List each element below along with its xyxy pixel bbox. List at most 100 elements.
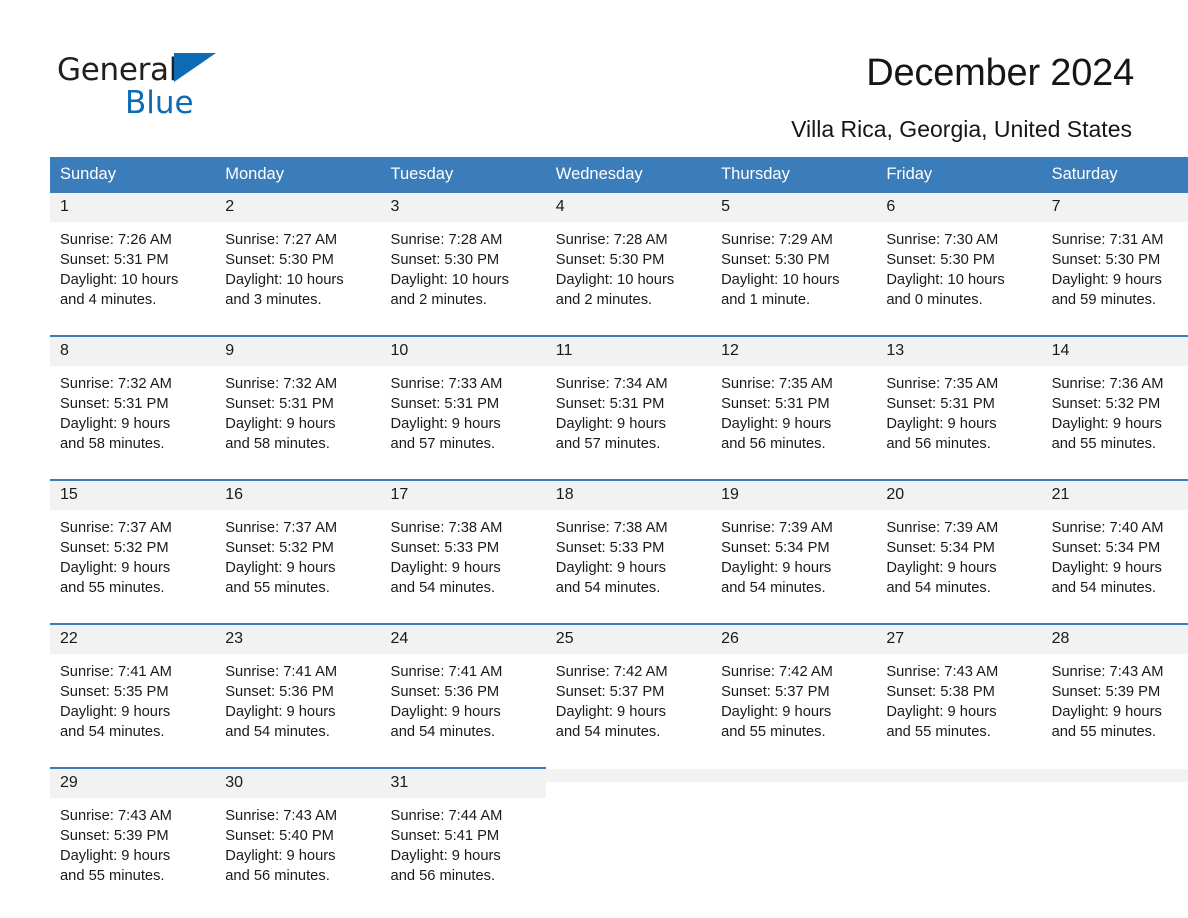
- calendar-day-cell[interactable]: 14 Sunrise: 7:36 AM Sunset: 5:32 PM Dayligh…: [1041, 335, 1188, 471]
- sunset-time: Sunset: 5:31 PM: [390, 396, 500, 412]
- day-number: 30: [215, 769, 381, 798]
- day-number: [876, 769, 1042, 782]
- sunset-time: Sunset: 5:37 PM: [721, 684, 830, 700]
- calendar-week-row: 29 Sunrise: 7:43 AM Sunset: 5:39 PM Dayligh…: [50, 767, 1188, 903]
- daylight-duration-line1: Daylight: 9 hours: [555, 416, 667, 432]
- sunrise-time: Sunrise: 7:42 AM: [721, 664, 833, 680]
- calendar-day-cell[interactable]: 19 Sunrise: 7:39 AM Sunset: 5:34 PM Dayligh…: [711, 479, 877, 615]
- sunset-time: Sunset: 5:33 PM: [555, 540, 665, 556]
- sunrise-time: Sunrise: 7:39 AM: [721, 520, 833, 536]
- calendar-day-cell[interactable]: 30 Sunrise: 7:43 AM Sunset: 5:40 PM Dayligh…: [215, 767, 381, 903]
- sunrise-time: Sunrise: 7:39 AM: [886, 520, 999, 536]
- daylight-duration-line2: and 56 minutes.: [390, 868, 496, 884]
- calendar-empty-cell: [711, 767, 877, 903]
- sunset-time: Sunset: 5:39 PM: [1051, 684, 1161, 700]
- week-gap-cell: [50, 471, 1188, 480]
- calendar-week-row: 22 Sunrise: 7:41 AM Sunset: 5:35 PM Dayligh…: [50, 623, 1188, 759]
- calendar-day-cell[interactable]: 24 Sunrise: 7:41 AM Sunset: 5:36 PM Dayligh…: [380, 623, 546, 759]
- calendar-day-cell[interactable]: 22 Sunrise: 7:41 AM Sunset: 5:35 PM Dayligh…: [50, 623, 216, 759]
- daylight-duration-line1: Daylight: 9 hours: [390, 704, 501, 720]
- calendar-day-cell[interactable]: 29 Sunrise: 7:43 AM Sunset: 5:39 PM Dayligh…: [50, 767, 216, 903]
- calendar-day-cell[interactable]: 2 Sunrise: 7:27 AM Sunset: 5:30 PM Daylight…: [215, 193, 381, 327]
- daylight-duration-line2: and 54 minutes.: [1051, 580, 1157, 596]
- calendar-day-cell[interactable]: 13 Sunrise: 7:35 AM Sunset: 5:31 PM Dayligh…: [876, 335, 1042, 471]
- daylight-duration-line2: and 3 minutes.: [225, 292, 322, 308]
- calendar-week-row: 15 Sunrise: 7:37 AM Sunset: 5:32 PM Dayligh…: [50, 479, 1188, 615]
- sunrise-time: Sunrise: 7:27 AM: [225, 232, 338, 248]
- daylight-duration-line2: and 54 minutes.: [60, 724, 165, 740]
- calendar-day-cell[interactable]: 3 Sunrise: 7:28 AM Sunset: 5:30 PM Daylight…: [380, 193, 546, 327]
- sunset-time: Sunset: 5:30 PM: [886, 252, 995, 268]
- calendar-day-cell[interactable]: 6 Sunrise: 7:30 AM Sunset: 5:30 PM Daylight…: [876, 193, 1042, 327]
- calendar-day-cell[interactable]: 31 Sunrise: 7:44 AM Sunset: 5:41 PM Dayligh…: [380, 767, 546, 903]
- week-gap: [50, 471, 1188, 480]
- sunrise-time: Sunrise: 7:35 AM: [886, 376, 999, 392]
- day-number: 1: [50, 193, 216, 222]
- calendar-day-cell[interactable]: 25 Sunrise: 7:42 AM Sunset: 5:37 PM Dayligh…: [545, 623, 712, 759]
- daylight-duration-line1: Daylight: 9 hours: [390, 560, 501, 576]
- calendar-day-cell[interactable]: 15 Sunrise: 7:37 AM Sunset: 5:32 PM Dayligh…: [50, 479, 216, 615]
- daylight-duration-line1: Daylight: 9 hours: [225, 704, 336, 720]
- calendar-day-cell[interactable]: 11 Sunrise: 7:34 AM Sunset: 5:31 PM Dayligh…: [545, 335, 712, 471]
- day-details: Sunrise: 7:43 AM Sunset: 5:39 PM Daylight:…: [1042, 654, 1188, 742]
- calendar-day-cell[interactable]: 9 Sunrise: 7:32 AM Sunset: 5:31 PM Daylight…: [215, 335, 381, 471]
- daylight-duration-line1: Daylight: 10 hours: [555, 272, 675, 288]
- calendar-day-cell[interactable]: 7 Sunrise: 7:31 AM Sunset: 5:30 PM Daylight…: [1041, 193, 1188, 327]
- daylight-duration-line1: Daylight: 9 hours: [555, 704, 667, 720]
- daylight-duration-line1: Daylight: 9 hours: [225, 848, 336, 864]
- day-details: Sunrise: 7:41 AM Sunset: 5:36 PM Daylight:…: [215, 654, 380, 742]
- generalblue-logo[interactable]: General Blue: [57, 52, 317, 122]
- calendar-day-cell[interactable]: 10 Sunrise: 7:33 AM Sunset: 5:31 PM Dayligh…: [380, 335, 546, 471]
- daylight-duration-line2: and 54 minutes.: [390, 724, 496, 740]
- day-number: [711, 769, 877, 782]
- daylight-duration-line2: and 55 minutes.: [60, 868, 165, 884]
- sunset-time: Sunset: 5:35 PM: [60, 684, 169, 700]
- day-number: 17: [380, 481, 546, 510]
- daylight-duration-line1: Daylight: 9 hours: [390, 416, 501, 432]
- day-number: 29: [50, 769, 216, 798]
- calendar-day-cell[interactable]: 20 Sunrise: 7:39 AM Sunset: 5:34 PM Dayligh…: [876, 479, 1042, 615]
- calendar-day-cell[interactable]: 23 Sunrise: 7:41 AM Sunset: 5:36 PM Dayligh…: [215, 623, 381, 759]
- sunrise-time: Sunrise: 7:29 AM: [721, 232, 833, 248]
- sunrise-time: Sunrise: 7:43 AM: [1051, 664, 1164, 680]
- calendar-day-cell[interactable]: 18 Sunrise: 7:38 AM Sunset: 5:33 PM Dayligh…: [545, 479, 712, 615]
- week-gap: [50, 327, 1188, 336]
- calendar-day-cell[interactable]: 21 Sunrise: 7:40 AM Sunset: 5:34 PM Dayligh…: [1041, 479, 1188, 615]
- weekday-header-saturday: Saturday: [1041, 157, 1188, 193]
- sunset-time: Sunset: 5:30 PM: [555, 252, 665, 268]
- sunrise-time: Sunrise: 7:43 AM: [60, 808, 172, 824]
- daylight-duration-line1: Daylight: 10 hours: [60, 272, 179, 288]
- day-details: Sunrise: 7:43 AM Sunset: 5:38 PM Daylight:…: [876, 654, 1041, 742]
- calendar-day-cell[interactable]: 26 Sunrise: 7:42 AM Sunset: 5:37 PM Dayligh…: [711, 623, 877, 759]
- sunset-time: Sunset: 5:31 PM: [721, 396, 830, 412]
- day-details: Sunrise: 7:43 AM Sunset: 5:40 PM Daylight:…: [215, 798, 380, 886]
- daylight-duration-line2: and 57 minutes.: [390, 436, 496, 452]
- sunset-time: Sunset: 5:32 PM: [60, 540, 169, 556]
- calendar-day-cell[interactable]: 8 Sunrise: 7:32 AM Sunset: 5:31 PM Daylight…: [50, 335, 216, 471]
- sunset-time: Sunset: 5:30 PM: [225, 252, 334, 268]
- daylight-duration-line1: Daylight: 9 hours: [60, 704, 171, 720]
- calendar-day-cell[interactable]: 27 Sunrise: 7:43 AM Sunset: 5:38 PM Dayligh…: [876, 623, 1042, 759]
- brand-triangle-icon: [174, 53, 217, 82]
- daylight-duration-line2: and 55 minutes.: [60, 580, 165, 596]
- day-number: 24: [380, 625, 546, 654]
- calendar-day-cell[interactable]: 5 Sunrise: 7:29 AM Sunset: 5:30 PM Daylight…: [711, 193, 877, 327]
- daylight-duration-line2: and 0 minutes.: [886, 292, 983, 308]
- calendar-day-cell[interactable]: 4 Sunrise: 7:28 AM Sunset: 5:30 PM Daylight…: [545, 193, 712, 327]
- calendar-day-cell[interactable]: 1 Sunrise: 7:26 AM Sunset: 5:31 PM Daylight…: [50, 193, 216, 327]
- sunrise-time: Sunrise: 7:38 AM: [390, 520, 503, 536]
- calendar-empty-cell: [545, 767, 712, 903]
- daylight-duration-line1: Daylight: 10 hours: [390, 272, 509, 288]
- day-details: Sunrise: 7:28 AM Sunset: 5:30 PM Daylight:…: [546, 222, 711, 310]
- sunset-time: Sunset: 5:31 PM: [886, 396, 995, 412]
- calendar-day-cell[interactable]: 17 Sunrise: 7:38 AM Sunset: 5:33 PM Dayligh…: [380, 479, 546, 615]
- daylight-duration-line1: Daylight: 10 hours: [886, 272, 1005, 288]
- daylight-duration-line1: Daylight: 9 hours: [1051, 704, 1162, 720]
- calendar-day-cell[interactable]: 16 Sunrise: 7:37 AM Sunset: 5:32 PM Dayligh…: [215, 479, 381, 615]
- day-details: Sunrise: 7:28 AM Sunset: 5:30 PM Daylight:…: [381, 222, 546, 310]
- calendar-day-cell[interactable]: 28 Sunrise: 7:43 AM Sunset: 5:39 PM Dayligh…: [1041, 623, 1188, 759]
- week-gap-cell: [50, 327, 1188, 336]
- calendar-day-cell[interactable]: 12 Sunrise: 7:35 AM Sunset: 5:31 PM Dayligh…: [711, 335, 877, 471]
- day-number: 27: [876, 625, 1042, 654]
- sunrise-time: Sunrise: 7:32 AM: [225, 376, 338, 392]
